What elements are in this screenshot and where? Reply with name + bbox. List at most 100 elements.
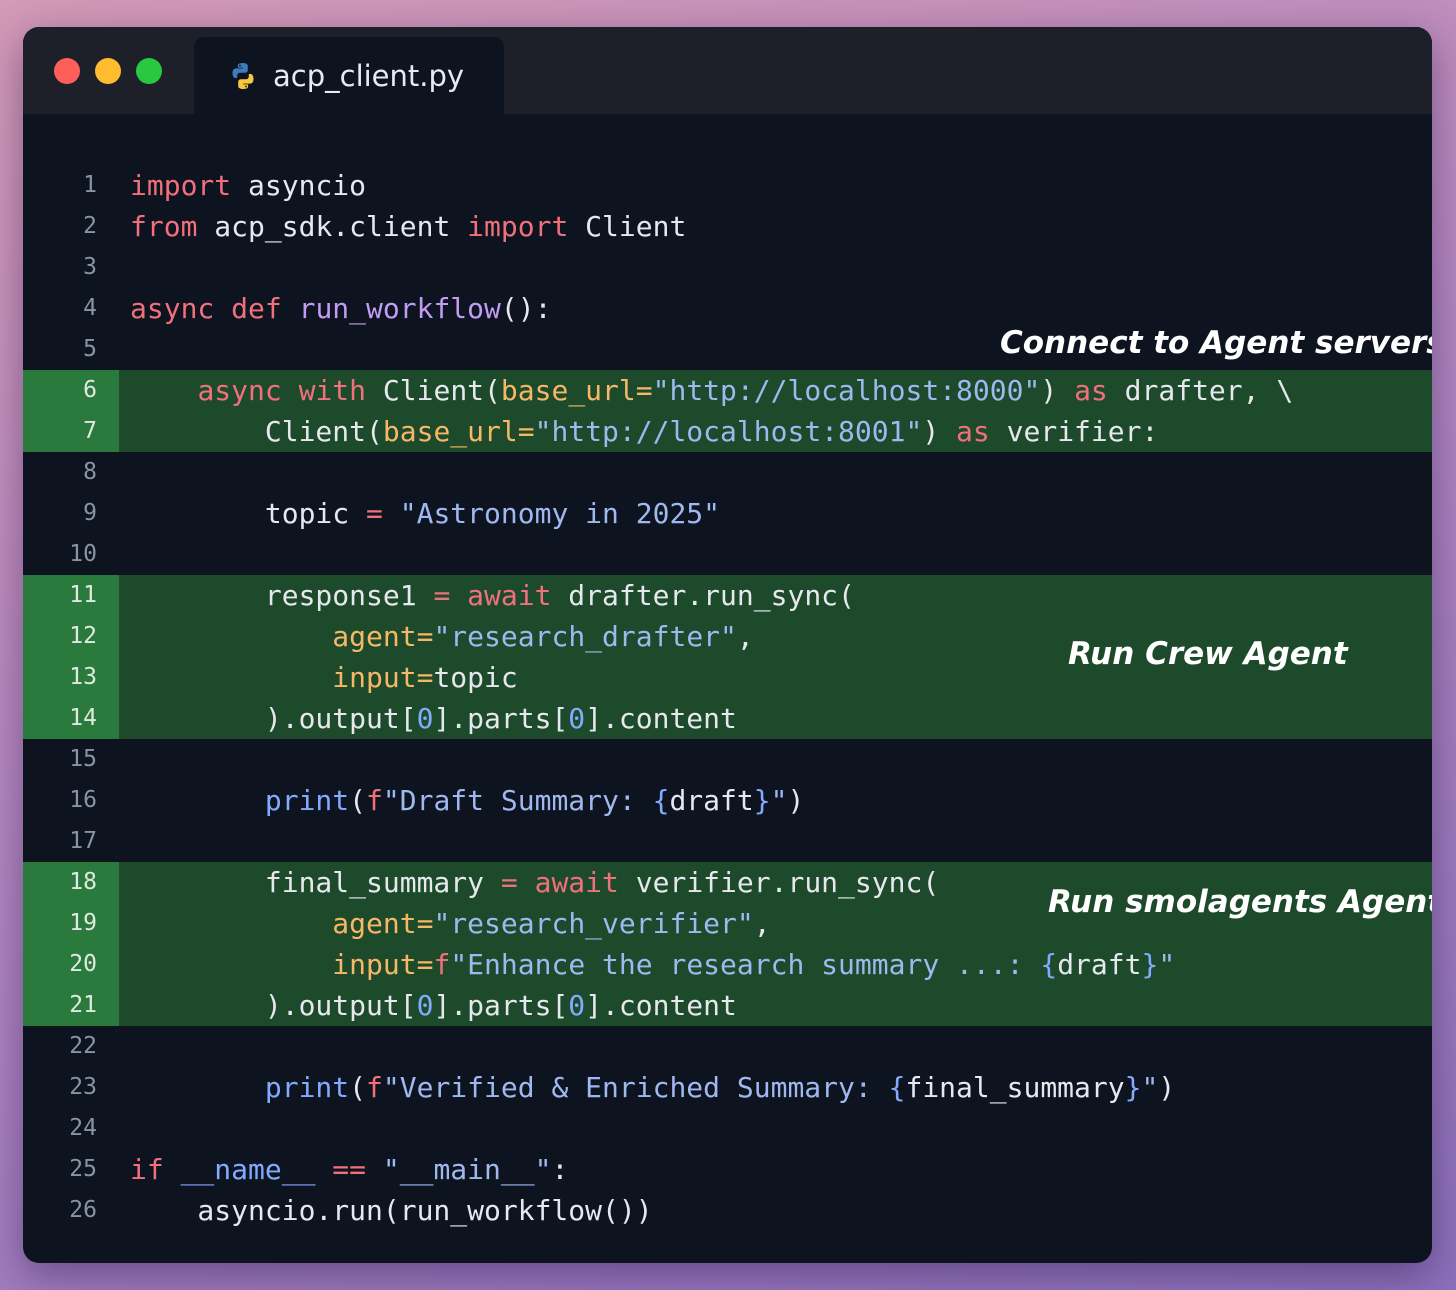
code-token: , [736,620,754,653]
line-number: 24 [69,1115,97,1141]
code-token: verifier: [989,415,1159,448]
line-number: 9 [83,500,97,526]
code-token: ].content [585,989,737,1022]
line-number: 7 [23,411,119,452]
code-token: ].parts[ [433,989,569,1022]
line-number: 22 [69,1033,97,1059]
code-token: if [130,1153,164,1186]
code-token: } [753,784,771,817]
line-source: final_summary = await verifier.run_sync( [130,862,939,903]
code-line[interactable]: 16 print(f"Draft Summary: {draft}") [23,780,1432,821]
line-number: 20 [23,944,119,985]
line-number: 17 [69,828,97,854]
code-token: topic [130,497,367,530]
code-token: verifier.run_sync( [618,866,940,899]
code-line[interactable]: 2 from acp_sdk.client import Client [23,206,1432,247]
close-window-button[interactable] [54,58,80,84]
line-source: response1 = await drafter.run_sync( [130,575,855,616]
line-number: 19 [23,903,119,944]
line-number: 11 [23,575,119,616]
line-source: ).output[0].parts[0].content [130,985,737,1026]
maximize-window-button[interactable] [136,58,162,84]
minimize-window-button[interactable] [95,58,121,84]
code-token: = [500,866,518,899]
code-line[interactable]: 3 [23,247,1432,288]
code-line[interactable]: 25 if __name__ == "__main__": [23,1149,1432,1190]
code-token: ) [1158,1071,1176,1104]
line-source: print(f"Draft Summary: {draft}") [130,780,804,821]
code-token: " [770,784,788,817]
code-line[interactable]: 21 ).output[0].parts[0].content [23,985,1432,1026]
code-token: print [264,784,350,817]
line-source: input=topic [130,657,517,698]
code-token: "Draft Summary: [382,784,653,817]
code-token: "http://localhost:8000" [652,374,1041,407]
code-line[interactable]: 24 [23,1108,1432,1149]
code-token: } [1141,948,1159,981]
line-number: 1 [83,172,97,198]
code-line[interactable]: 15 [23,739,1432,780]
annotation-smolagents-agent: Run smolagents Agent [1048,884,1432,920]
annotation-crew-agent: Run Crew Agent [1068,636,1348,672]
line-number: 23 [69,1074,97,1100]
code-token: asyncio.run(run_workflow()) [130,1194,653,1227]
code-token: response1 [130,579,434,612]
code-line[interactable]: 6 async with Client(base_url="http://loc… [23,370,1432,411]
code-token: with [298,374,367,407]
code-token: Client [568,210,687,243]
code-line[interactable]: 22 [23,1026,1432,1067]
code-token: base_url= [500,374,653,407]
code-line[interactable]: 9 topic = "Astronomy in 2025" [23,493,1432,534]
code-line[interactable]: 20 input=f"Enhance the research summary … [23,944,1432,985]
code-token: await [467,579,552,612]
code-token: Client( [130,415,383,448]
line-number: 3 [83,254,97,280]
code-line[interactable]: 10 [23,534,1432,575]
code-line[interactable]: 14 ).output[0].parts[0].content [23,698,1432,739]
code-token: acp_sdk.client [197,210,468,243]
code-token: "__main__" [382,1153,552,1186]
line-source: if __name__ == "__main__": [130,1149,568,1190]
file-tab[interactable]: acp_client.py [194,37,504,114]
code-token: run_workflow [298,292,501,325]
line-source: print(f"Verified & Enriched Summary: {fi… [130,1067,1175,1108]
code-token: input= [332,948,434,981]
code-line[interactable]: 11 response1 = await drafter.run_sync( [23,575,1432,616]
code-token: def [231,292,282,325]
line-source: import asyncio [130,165,366,206]
code-token: ( [349,784,367,817]
code-token: await [534,866,619,899]
code-line[interactable]: 4 async def run_workflow(): [23,288,1432,329]
code-line[interactable]: 7 Client(base_url="http://localhost:8001… [23,411,1432,452]
code-line[interactable]: 17 [23,821,1432,862]
line-number: 12 [23,616,119,657]
code-line[interactable]: 26 asyncio.run(run_workflow()) [23,1190,1432,1231]
line-source: agent="research_verifier", [130,903,771,944]
code-token: ].parts[ [433,702,569,735]
code-line[interactable]: 23 print(f"Verified & Enriched Summary: … [23,1067,1432,1108]
code-token: "Astronomy in 2025" [399,497,721,530]
code-line[interactable]: 8 [23,452,1432,493]
line-source: async def run_workflow(): [130,288,551,329]
line-number: 18 [23,862,119,903]
code-token: (): [500,292,552,325]
line-number: 26 [69,1197,97,1223]
code-token: async [197,374,282,407]
code-token: print [264,1071,350,1104]
code-token: drafter, \ [1107,374,1294,407]
code-token: , [753,907,771,940]
line-source: Client(base_url="http://localhost:8001")… [130,411,1158,452]
code-token: 0 [568,989,586,1022]
code-token: from [130,210,198,243]
code-token: f [366,1071,383,1104]
annotation-connect: Connect to Agent servers [1000,325,1432,361]
code-line[interactable]: 1 import asyncio [23,165,1432,206]
